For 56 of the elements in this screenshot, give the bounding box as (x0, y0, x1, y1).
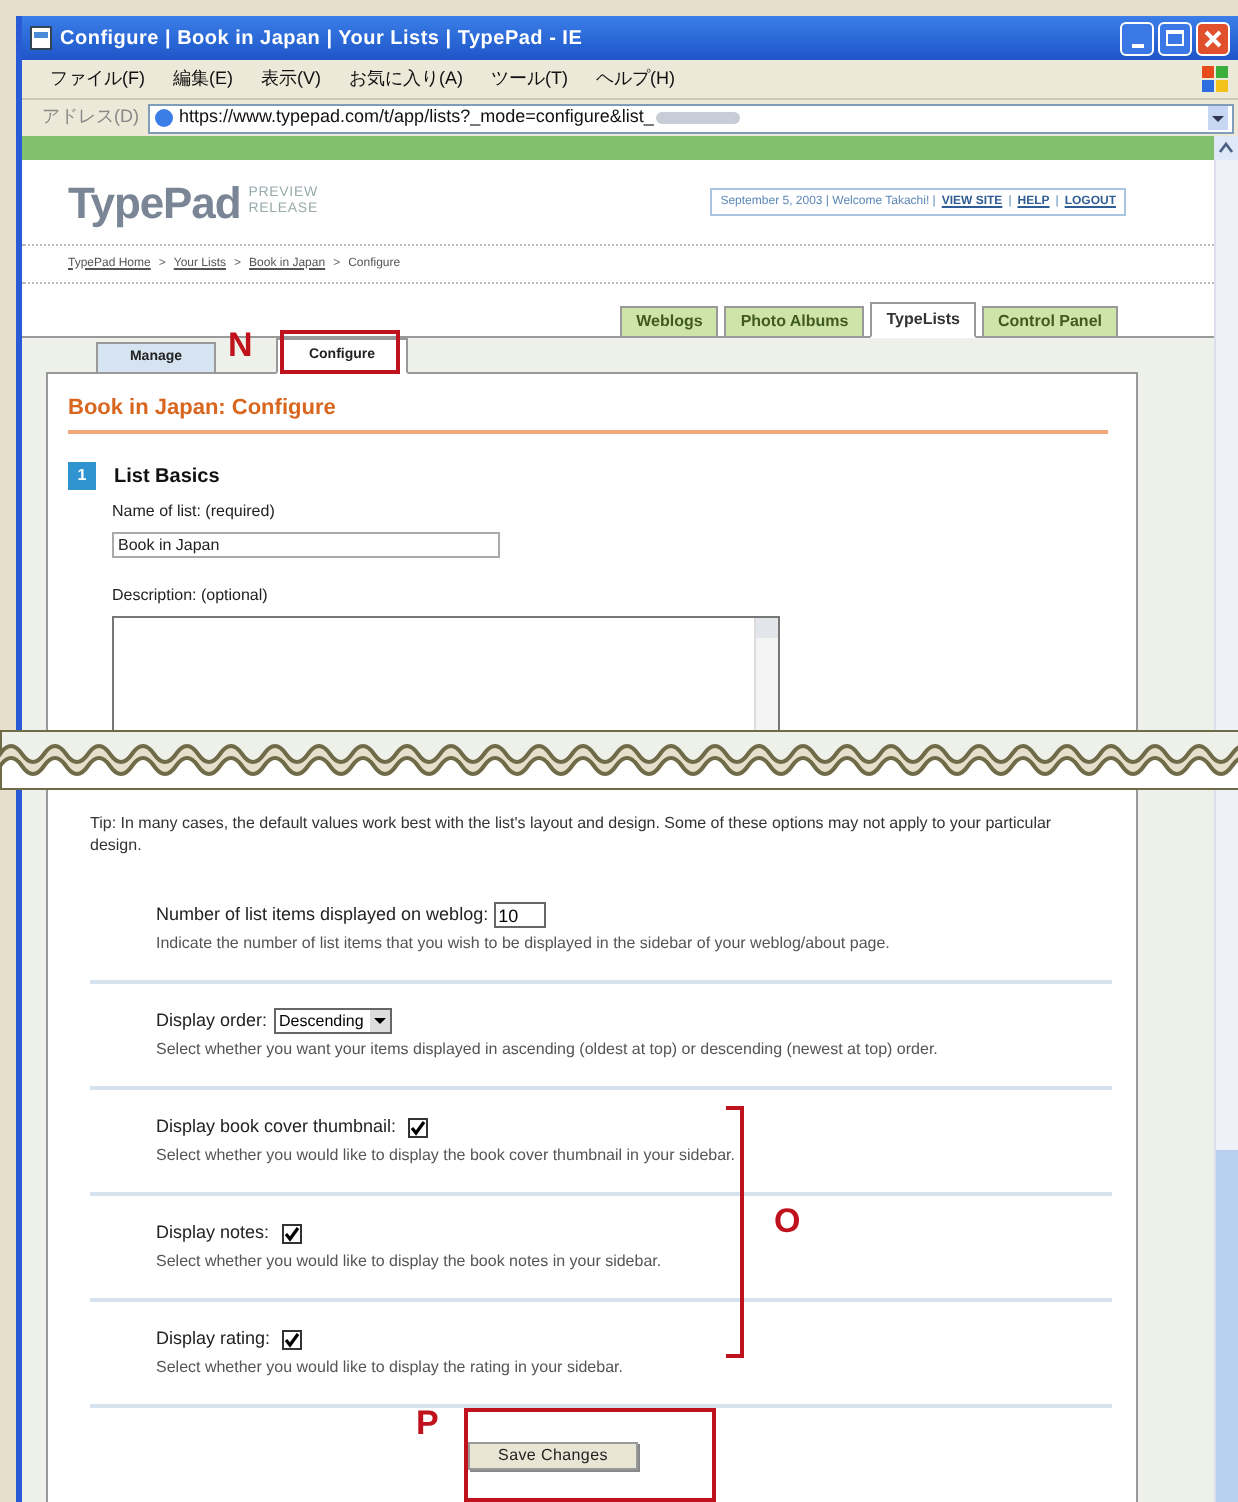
close-button[interactable] (1196, 21, 1230, 55)
option-label: Display rating: (156, 1325, 271, 1352)
callout-letter: P (416, 1406, 439, 1440)
minimize-icon (1131, 43, 1143, 47)
scrollbar[interactable] (1214, 790, 1238, 1502)
field-label: Description: (optional) (112, 583, 270, 607)
typepad-logo: TypePad (68, 175, 241, 232)
option-label: Display notes: (156, 1219, 270, 1246)
maximize-icon (1166, 30, 1184, 46)
checkbox[interactable] (281, 1223, 302, 1243)
scrollbar[interactable] (1214, 160, 1238, 730)
order-select[interactable]: Descending (273, 1008, 392, 1034)
option-help: Select whether you want your items displayed in ascending (oldest at top) or descending (newest at top) order. (156, 1038, 940, 1063)
minimize-button[interactable] (1120, 21, 1154, 55)
menu-item[interactable]: ファイル(F) (50, 65, 145, 93)
option-help: Select whether you would like to display the book notes in your sidebar. (156, 1250, 664, 1275)
scroll-up-icon[interactable] (1214, 136, 1238, 160)
address-label: アドレス(D) (42, 104, 139, 131)
menu-item[interactable]: ツール(T) (491, 65, 568, 93)
dropdown-icon[interactable] (1208, 106, 1228, 130)
step-number: 1 (68, 462, 96, 490)
main-tab[interactable]: TypeLists (870, 302, 976, 338)
checkbox[interactable] (408, 1117, 429, 1137)
option-label: Display book cover thumbnail: (156, 1113, 397, 1140)
tip-text: Tip: In many cases, the default values work best with the list's layout and design. Some of these options may not apply to your particular design. (90, 812, 1054, 856)
caret-icon (369, 1010, 390, 1032)
page-title: Book in Japan: Configure (68, 392, 1108, 433)
option-help: Indicate the number of list items that you wish to be displayed in the sidebar of your weblog/about page. (156, 932, 892, 957)
callout-frame (280, 330, 400, 374)
option-label: Number of list items displayed on weblog: (156, 901, 489, 928)
address-field[interactable]: https://www.typepad.com/t/app/lists?_mode=configure&list_ (147, 103, 1234, 133)
main-tab[interactable]: Weblogs (620, 306, 719, 338)
maximize-button[interactable] (1158, 21, 1192, 55)
callout-letter: O (774, 1204, 801, 1238)
field-label: Name of list: (required) (112, 499, 277, 523)
menu-item[interactable]: 表示(V) (261, 65, 321, 93)
window-title: Configure | Book in Japan | Your Lists | TypePad - IE (60, 25, 583, 53)
main-tab[interactable]: Photo Albums (724, 306, 865, 338)
windows-logo-icon (1202, 65, 1230, 93)
menu-item[interactable]: ヘルプ(H) (596, 65, 675, 93)
callout-letter: N (228, 328, 253, 362)
section-title: List Basics (114, 463, 220, 491)
option-label: Display order: (156, 1007, 268, 1034)
number-field[interactable]: 10 (494, 902, 547, 928)
option-help: Select whether you would like to display the rating in your sidebar. (156, 1356, 625, 1381)
menu-item[interactable]: お気に入り(A) (349, 65, 463, 93)
save-button[interactable]: Save Changes (468, 1441, 638, 1469)
option-help: Select whether you would like to display the book cover thumbnail in your sidebar. (156, 1144, 737, 1169)
menu-item[interactable]: 編集(E) (173, 65, 233, 93)
scrollbar[interactable] (754, 617, 778, 730)
main-tab[interactable]: Control Panel (981, 306, 1118, 338)
blurred-text (655, 112, 740, 124)
checkbox[interactable] (282, 1329, 303, 1349)
scroll-thumb[interactable] (1216, 1150, 1238, 1502)
name-field[interactable]: Book in Japan (112, 531, 500, 557)
close-icon (1204, 29, 1222, 47)
